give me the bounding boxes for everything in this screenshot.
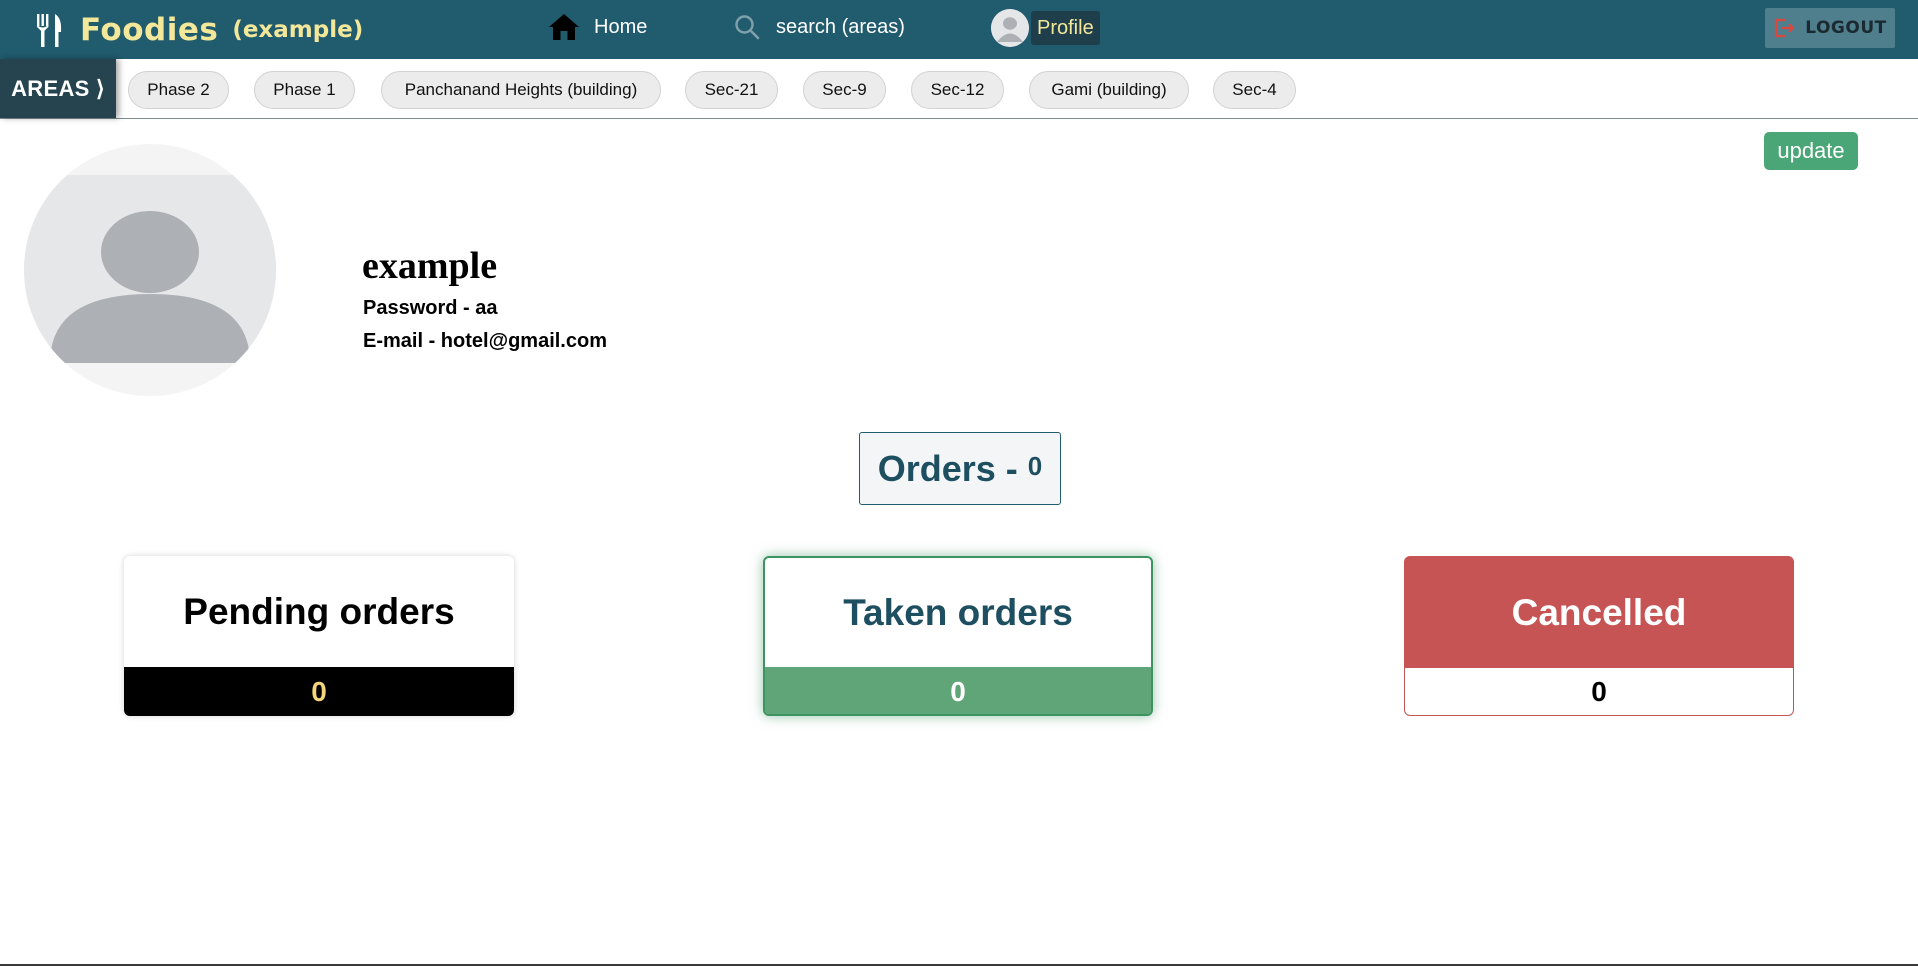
brand-subtitle: (example) (232, 17, 364, 43)
nav-search-label: search (areas) (776, 15, 905, 38)
search-icon (735, 15, 760, 40)
nav-profile-label: Profile (1031, 11, 1100, 45)
cancelled-orders-count: 0 (1405, 668, 1793, 715)
cancelled-orders-title: Cancelled (1511, 591, 1687, 633)
nav-profile-link[interactable]: Profile (991, 9, 1100, 47)
password-line: Password - aa (363, 297, 498, 319)
orders-label: Orders - (877, 447, 1018, 489)
nav-search-link[interactable]: search (areas) (734, 10, 905, 44)
home-icon (549, 14, 579, 40)
orders-count: 0 (1027, 451, 1043, 481)
logout-button[interactable]: LOGOUT (1765, 8, 1895, 48)
profile-avatar (24, 144, 276, 396)
area-chip[interactable]: Sec-9 (803, 71, 886, 109)
logout-label: LOGOUT (1805, 18, 1887, 38)
fork-knife-icon (37, 14, 62, 47)
pending-orders-count: 0 (124, 667, 514, 716)
user-name: example (362, 245, 498, 287)
brand-name: Foodies (80, 12, 219, 48)
taken-orders-card[interactable]: Taken orders 0 (763, 556, 1153, 716)
email-line: E-mail - hotel@gmail.com (363, 330, 607, 352)
orders-summary: Orders - 0 (859, 432, 1061, 505)
area-chip[interactable]: Sec-12 (911, 71, 1004, 109)
nav-home-label: Home (594, 15, 648, 38)
areas-bar: AREAS ⟩ Phase 2 Phase 1 Panchanand Heigh… (0, 59, 1918, 119)
area-chip[interactable]: Phase 1 (254, 71, 355, 109)
area-chip[interactable]: Panchanand Heights (building) (381, 71, 661, 109)
logout-icon (1775, 18, 1795, 38)
avatar-icon (991, 9, 1029, 47)
taken-orders-title: Taken orders (843, 591, 1073, 633)
top-navbar: Foodies (example) Home search (areas) Pr… (0, 0, 1918, 59)
taken-orders-count: 0 (765, 667, 1151, 714)
area-chip[interactable]: Gami (building) (1029, 71, 1189, 109)
cancelled-orders-card[interactable]: Cancelled 0 (1404, 556, 1794, 716)
nav-home-link[interactable]: Home (548, 10, 647, 44)
areas-label: AREAS ⟩ (0, 59, 116, 118)
update-button[interactable]: update (1764, 132, 1858, 170)
area-chip[interactable]: Phase 2 (128, 71, 229, 109)
area-chip[interactable]: Sec-21 (685, 71, 778, 109)
pending-orders-title: Pending orders (183, 590, 455, 632)
user-silhouette-icon (50, 211, 250, 363)
brand[interactable]: Foodies (example) (34, 10, 363, 50)
area-chip[interactable]: Sec-4 (1213, 71, 1296, 109)
pending-orders-card[interactable]: Pending orders 0 (124, 556, 514, 716)
